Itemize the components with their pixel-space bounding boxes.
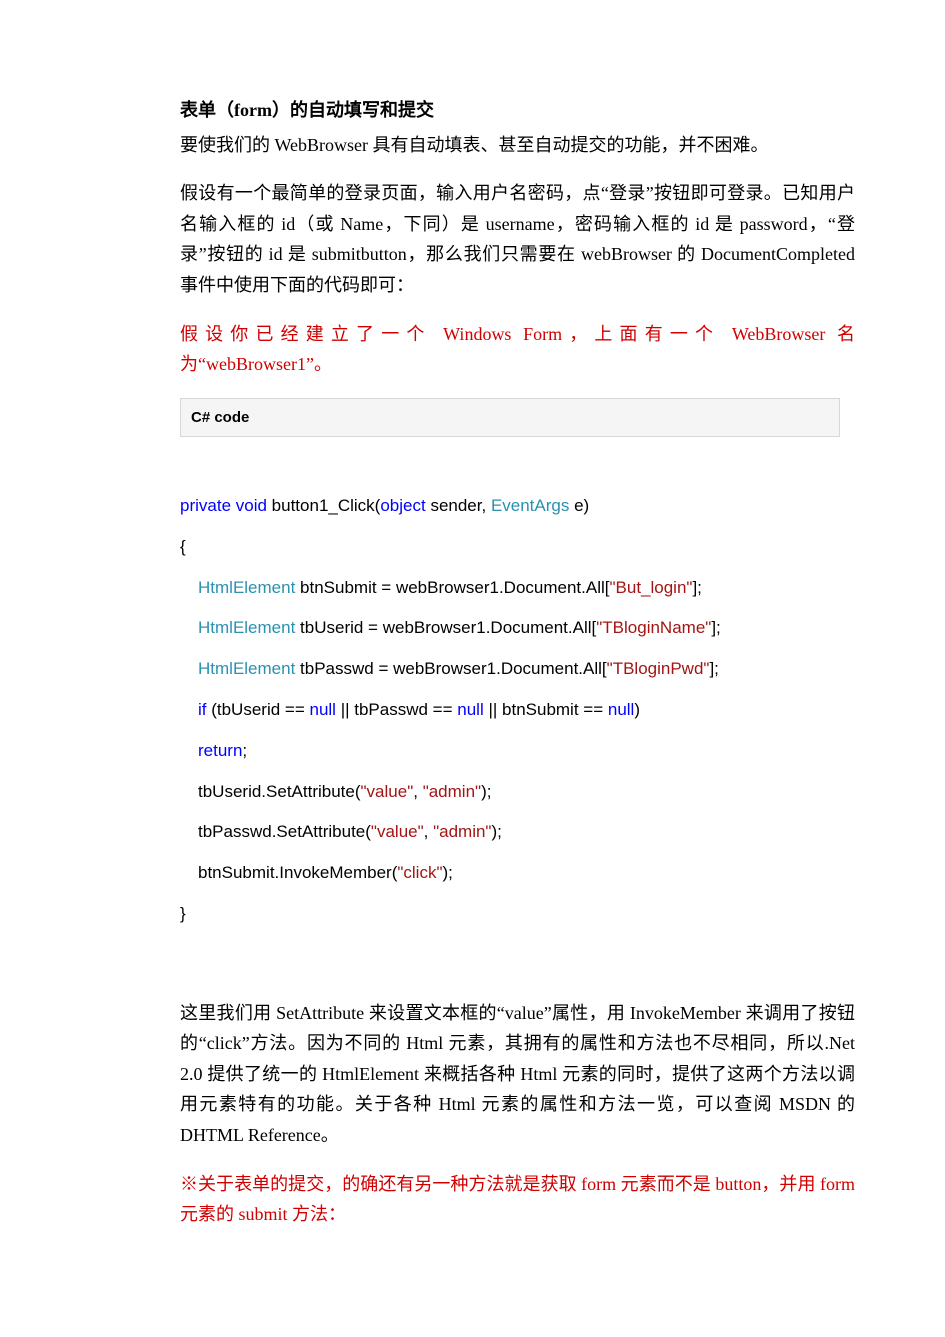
code-brace-open: { — [180, 537, 186, 556]
code-line: HtmlElement tbUserid = webBrowser1.Docum… — [180, 608, 721, 649]
code-line: btnSubmit.InvokeMember("click"); — [180, 853, 453, 894]
code-line: private void button1_Click(object sender… — [180, 496, 589, 515]
code-line: tbPasswd.SetAttribute("value", "admin"); — [180, 812, 502, 853]
paragraph-4: 这里我们用 SetAttribute 来设置文本框的“value”属性，用 In… — [180, 998, 855, 1151]
code-brace-close: } — [180, 904, 186, 923]
code-block-header: C# code — [180, 398, 840, 438]
paragraph-3-note: 假设你已经建立了一个 Windows Form，上面有一个 WebBrowser… — [180, 319, 855, 380]
code-line: HtmlElement btnSubmit = webBrowser1.Docu… — [180, 568, 702, 609]
paragraph-5-note: ※关于表单的提交，的确还有另一种方法就是获取 form 元素而不是 button… — [180, 1169, 855, 1230]
paragraph-2: 假设有一个最简单的登录页面，输入用户名密码，点“登录”按钮即可登录。已知用户名输… — [180, 178, 855, 300]
paragraph-1: 要使我们的 WebBrowser 具有自动填表、甚至自动提交的功能，并不困难。 — [180, 130, 855, 161]
code-line: HtmlElement tbPasswd = webBrowser1.Docum… — [180, 649, 719, 690]
code-block: private void button1_Click(object sender… — [180, 445, 855, 975]
document-page: 表单（form）的自动填写和提交 要使我们的 WebBrowser 具有自动填表… — [0, 0, 945, 1337]
code-line: return; — [180, 731, 247, 772]
heading: 表单（form）的自动填写和提交 — [180, 95, 855, 126]
code-line: if (tbUserid == null || tbPasswd == null… — [180, 690, 640, 731]
code-line: tbUserid.SetAttribute("value", "admin"); — [180, 772, 491, 813]
